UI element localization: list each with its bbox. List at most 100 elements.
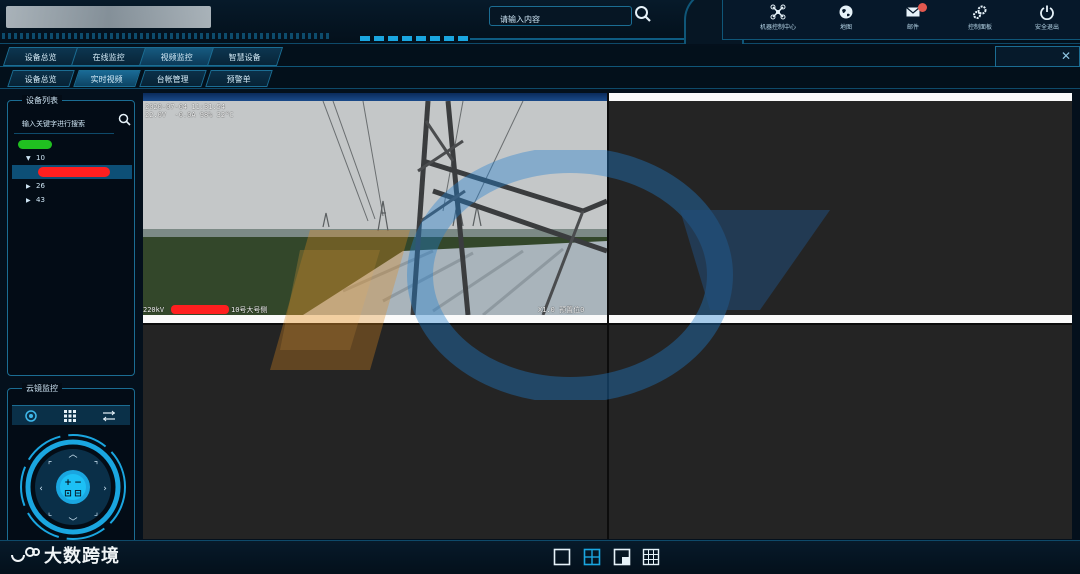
panel-title: 设备列表: [22, 95, 62, 106]
header-toolbar: 机器控制中心 地图 邮件 控制面板 安全退出: [722, 0, 1080, 40]
app-logo-redacted: [6, 6, 211, 28]
brand-logo-icon: [11, 547, 40, 562]
logout-button[interactable]: 安全退出: [1012, 4, 1080, 36]
svg-text:﹀: ﹀: [68, 517, 77, 528]
tab-smart-devices[interactable]: 智慧设备: [206, 47, 284, 66]
globe-icon: [839, 5, 853, 19]
drone-icon: [770, 4, 786, 20]
subtab-device-overview[interactable]: 设备总览: [7, 70, 75, 87]
toolbar-label: 安全退出: [1034, 24, 1059, 31]
svg-text:›: ›: [103, 484, 107, 494]
subtab-ledger-management[interactable]: 台帐管理: [139, 70, 207, 87]
osd-environment: 22.0V -0.0A 98% 32°C: [145, 111, 234, 119]
subtab-alert-list[interactable]: 预警单: [205, 70, 273, 87]
sliders-icon: [103, 410, 115, 422]
target-icon: [25, 410, 37, 422]
svg-text:︿: ︿: [68, 450, 77, 460]
grid-divider-vertical: [607, 93, 609, 539]
footer-brand-text: 大数跨境: [44, 546, 120, 567]
layout-quad-icon: [583, 548, 601, 566]
focus-near-icon[interactable]: ⊡: [64, 489, 72, 499]
tab-device-overview[interactable]: 设备总览: [2, 47, 80, 66]
svg-text:‹: ‹: [39, 484, 43, 494]
redacted-label: [18, 139, 52, 149]
ptz-tab-settings[interactable]: [90, 406, 129, 426]
layout-1x1-button[interactable]: [553, 548, 573, 568]
tree-node[interactable]: ▶ 43: [12, 193, 132, 207]
device-search-input[interactable]: [14, 115, 114, 134]
subtab-live-video[interactable]: 实时视频: [73, 70, 141, 87]
osd-tower-label: 10号大号侧: [231, 306, 268, 314]
grid-dots-icon: [64, 410, 76, 422]
layout-1plus-button[interactable]: [613, 548, 633, 568]
toolbar-label: 地图: [839, 24, 852, 31]
toolbar-label: 控制面板: [967, 24, 992, 31]
camera-feed[interactable]: 2020-07-04 11:31:54 22.0V -0.0A 98% 32°C…: [143, 101, 607, 315]
menu-close-area: ✕: [995, 46, 1080, 67]
search-icon[interactable]: [634, 5, 654, 25]
ptz-direction-dial[interactable]: ︿ ﹀ ‹ › ⌜ ⌝ ⌞ ⌟ + − ⊡ ⊟: [14, 433, 132, 541]
tree-node[interactable]: ▼ 10: [12, 151, 132, 165]
focus-far-icon[interactable]: ⊟: [74, 489, 82, 499]
zoom-in-icon[interactable]: +: [64, 478, 72, 488]
svg-text:⌟: ⌟: [94, 508, 98, 518]
device-search: [14, 111, 131, 134]
svg-text:⌝: ⌝: [94, 461, 98, 471]
global-search-box: [489, 6, 632, 29]
video-cell-header: [609, 315, 1072, 323]
toolbar-label: 邮件: [906, 24, 919, 31]
layout-nine-icon: [642, 548, 660, 566]
redacted-line-name: [171, 305, 229, 314]
primary-menu: 设备总览 在线监控 视频监控 智慧设备: [0, 46, 1080, 67]
layout-focus-icon: [613, 548, 631, 566]
caret-down-icon: ▼: [26, 155, 31, 162]
osd-line-prefix: 220kV: [143, 306, 165, 314]
global-search-input[interactable]: [490, 10, 631, 29]
footer-brand: 大数跨境: [10, 545, 120, 567]
header-decoration: [2, 33, 332, 39]
gears-icon: [973, 5, 987, 19]
video-cell-header: [143, 315, 607, 323]
osd-timestamp: 2020-07-04 11:31:54: [145, 103, 226, 111]
svg-text:⌞: ⌞: [48, 508, 52, 518]
ptz-tab-direction[interactable]: [12, 406, 51, 426]
device-list-panel: 设备列表 ▼10 ▶26 ▶43: [7, 95, 135, 376]
zoom-out-icon[interactable]: −: [74, 478, 82, 488]
video-cell-header-active: [143, 93, 607, 101]
ptz-tab-presets[interactable]: [51, 406, 90, 426]
header-decoration-bars: [360, 36, 470, 41]
tab-online-monitoring[interactable]: 在线监控: [70, 47, 148, 66]
mail-notification-badge: [918, 3, 927, 12]
map-button[interactable]: 地图: [811, 4, 881, 36]
caret-right-icon: ▶: [26, 183, 31, 190]
tower-scene-image: [143, 101, 607, 315]
toolbar-label: 机器控制中心: [759, 24, 796, 31]
ptz-control-panel: 云镜监控 ︿ ﹀ ‹ › ⌜ ⌝ ⌞ ⌟ + − ⊡ ⊟: [7, 383, 135, 544]
secondary-menu: 设备总览 实时视频 台帐管理 预警单: [0, 68, 1080, 89]
svg-text:⌜: ⌜: [48, 461, 52, 471]
caret-right-icon: ▶: [26, 197, 31, 204]
header-decoration-line: [470, 38, 700, 40]
layout-3x3-button[interactable]: [642, 548, 662, 568]
layout-single-icon: [553, 548, 571, 566]
redacted-label: [38, 167, 110, 177]
panel-title: 云镜监控: [22, 383, 62, 394]
bottom-bar: [0, 540, 1080, 574]
tree-node[interactable]: ▶ 26: [12, 179, 132, 193]
tree-root-node[interactable]: [12, 137, 132, 151]
osd-zoom-preset: X1.0 预置位0: [538, 306, 585, 314]
power-icon: [1040, 5, 1054, 20]
control-panel-button[interactable]: 控制面板: [945, 4, 1015, 36]
layout-2x2-button[interactable]: [583, 548, 603, 568]
tree-node-selected[interactable]: [12, 165, 132, 179]
tab-video-monitoring[interactable]: 视频监控: [138, 47, 216, 66]
top-header: 机器控制中心 地图 邮件 控制面板 安全退出: [0, 0, 1080, 44]
app-window: 机器控制中心 地图 邮件 控制面板 安全退出 设备总览 在线监控: [0, 0, 1080, 574]
mail-button[interactable]: 邮件: [878, 3, 948, 36]
robot-control-center-button[interactable]: 机器控制中心: [743, 4, 813, 36]
close-icon[interactable]: ✕: [1061, 49, 1071, 63]
video-cell-header: [609, 93, 1072, 101]
search-icon[interactable]: [118, 113, 131, 126]
grid-divider-horizontal: [143, 323, 1072, 325]
device-tree: ▼ 10 ▶ 26 ▶ 43: [12, 137, 132, 207]
